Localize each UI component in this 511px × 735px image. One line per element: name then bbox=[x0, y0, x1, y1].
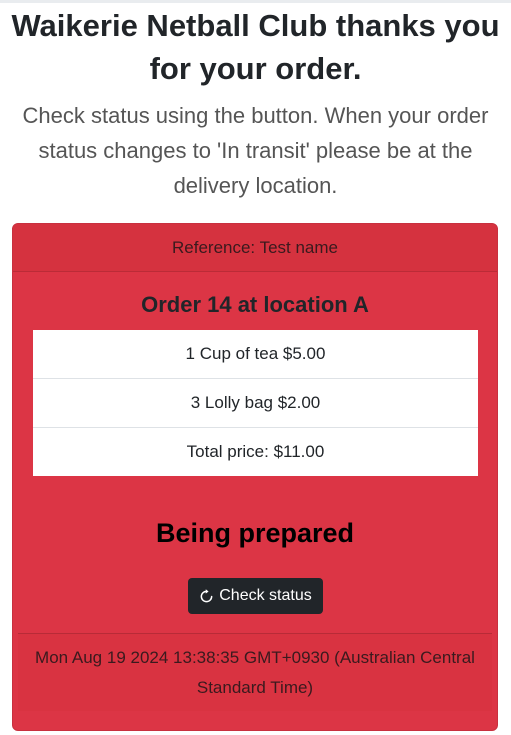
order-status: Being prepared bbox=[155, 518, 355, 548]
order-timestamp: Mon Aug 19 2024 13:38:35 GMT+0930 (Austr… bbox=[18, 633, 492, 711]
check-status-button[interactable]: Check status bbox=[188, 578, 323, 614]
top-divider bbox=[0, 0, 511, 3]
order-heading: Order 14 at location A bbox=[141, 292, 369, 317]
refresh-icon bbox=[199, 588, 214, 604]
order-card: Reference: Test name Order 14 at locatio… bbox=[12, 223, 498, 731]
check-status-label: Check status bbox=[219, 587, 312, 604]
instructions-text: Check status using the button. When your… bbox=[22, 103, 489, 198]
order-item: 1 Cup of tea $5.00 bbox=[33, 330, 478, 379]
order-items-list: 1 Cup of tea $5.00 3 Lolly bag $2.00 Tot… bbox=[33, 330, 478, 476]
order-reference: Reference: Test name bbox=[13, 224, 497, 272]
order-total: Total price: $11.00 bbox=[186, 442, 325, 461]
order-item: 3 Lolly bag $2.00 bbox=[33, 379, 478, 428]
page-title: Waikerie Netball Club thanks you for you… bbox=[11, 8, 500, 86]
